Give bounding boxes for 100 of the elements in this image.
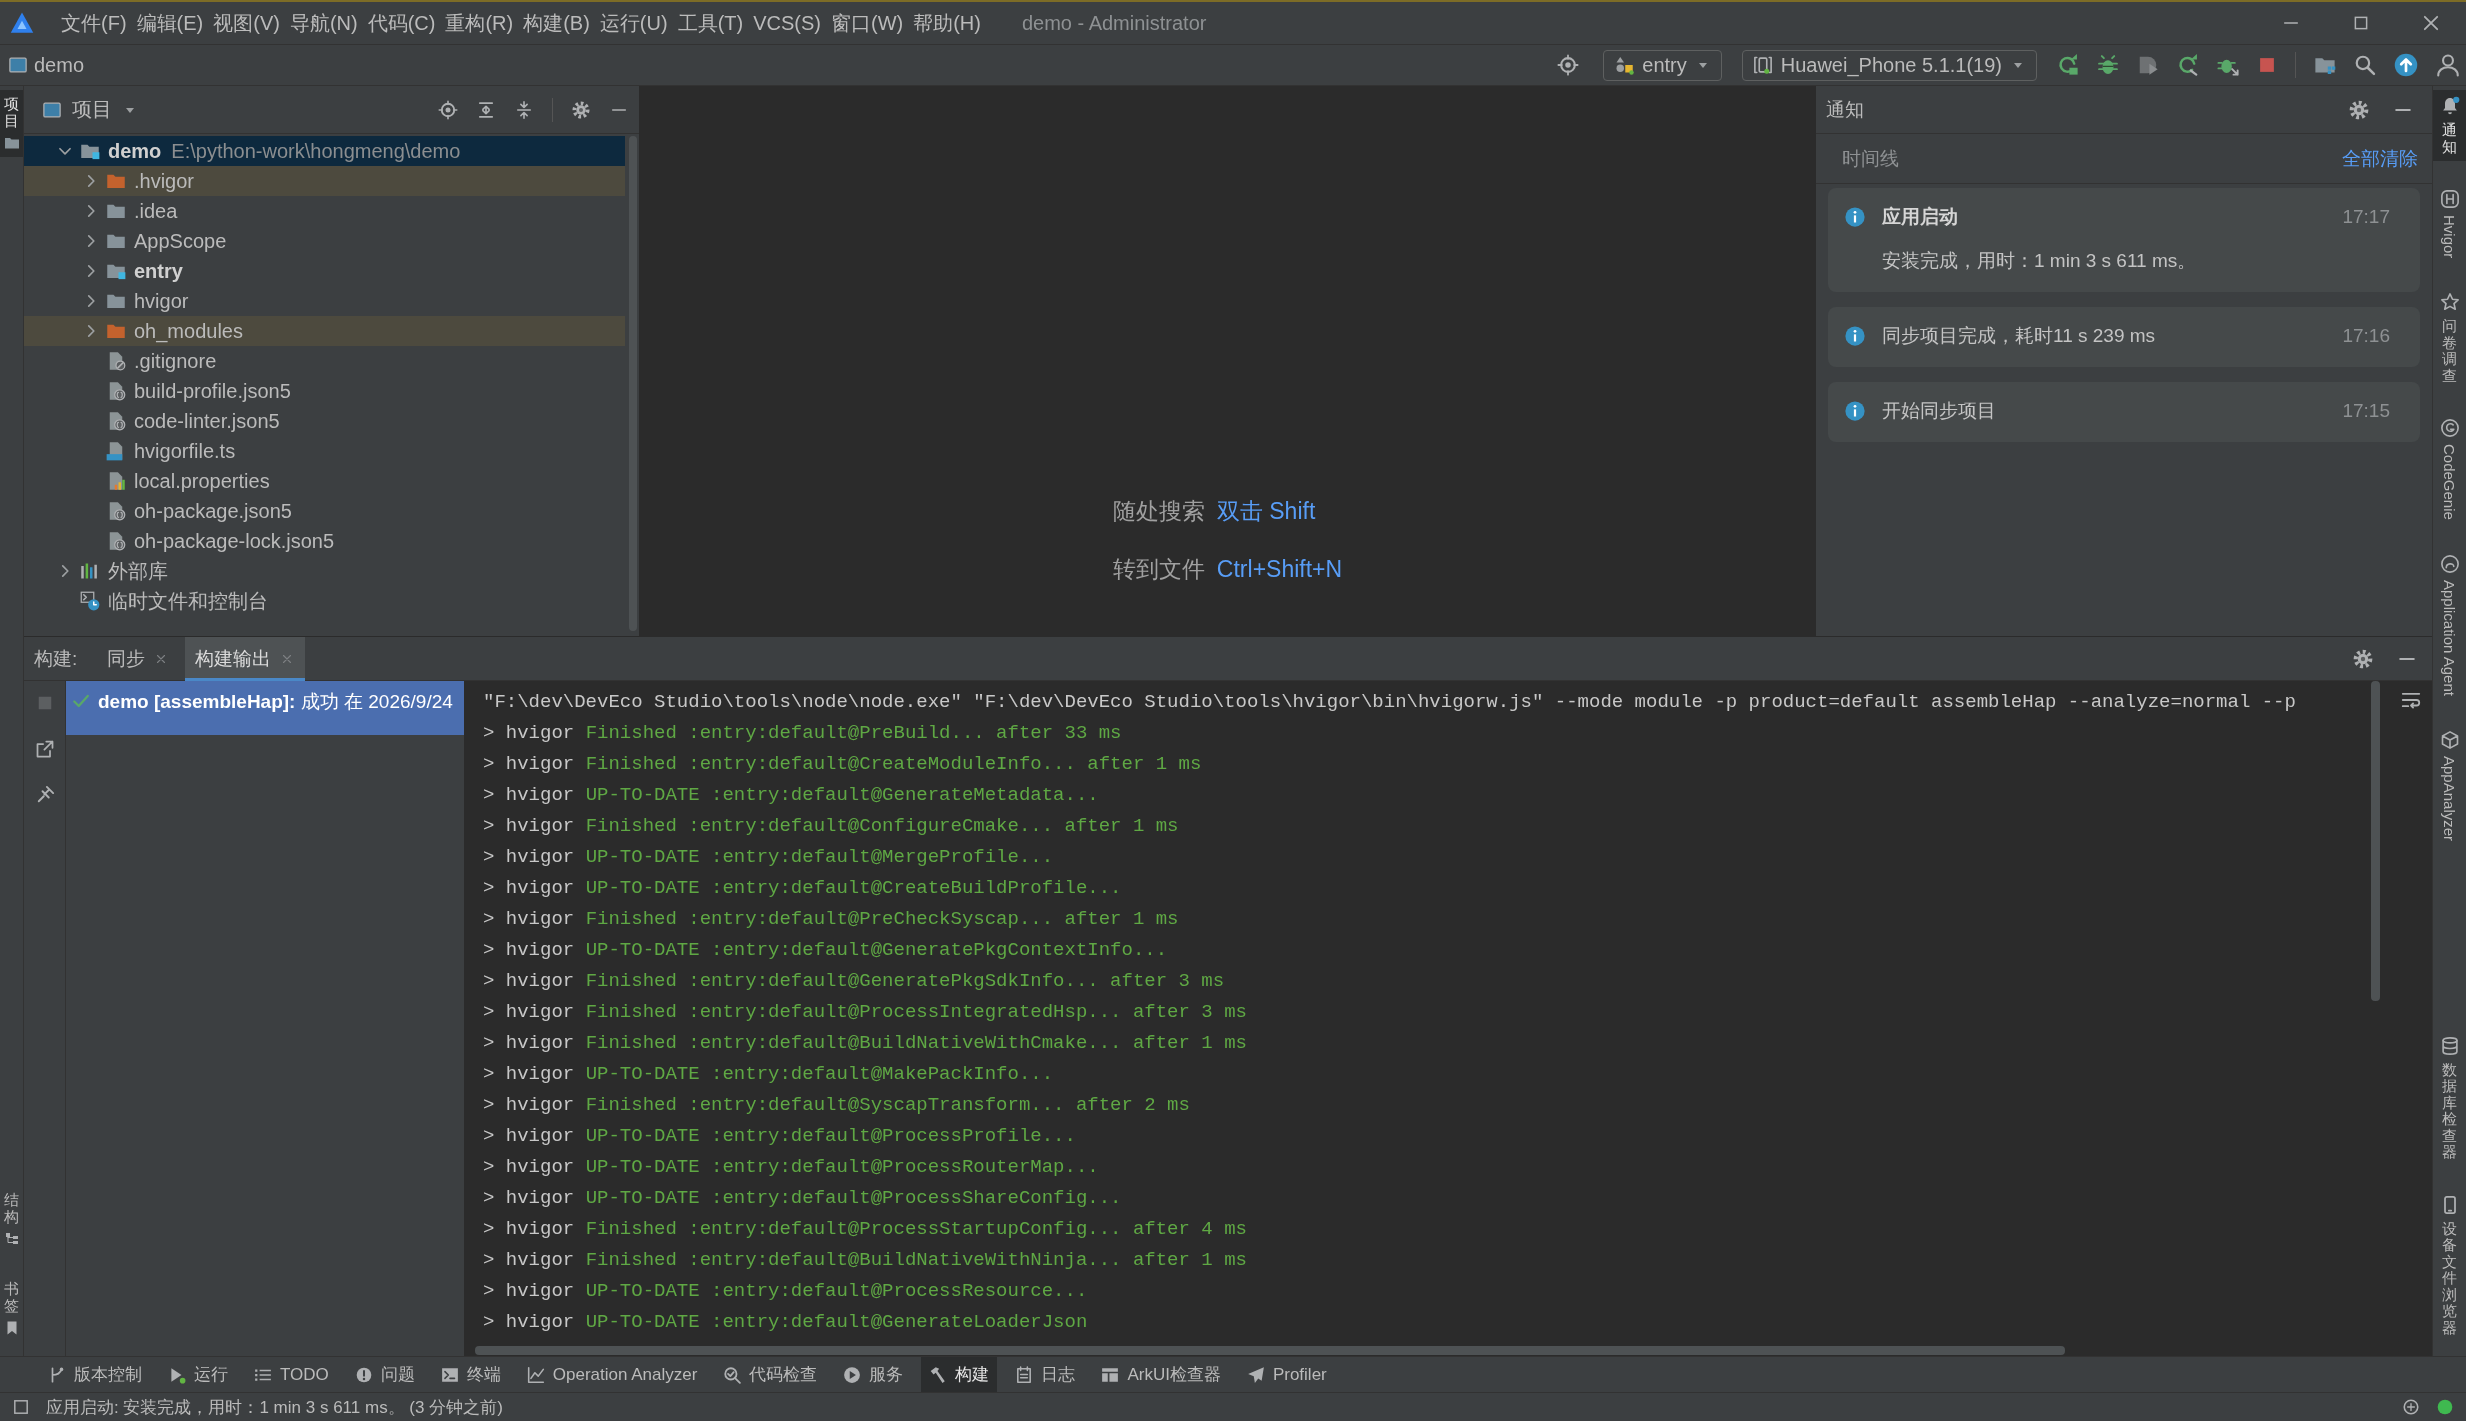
tool-window-button[interactable]: Operation Analyzer <box>518 1357 706 1392</box>
scrollbar[interactable] <box>2371 681 2380 1001</box>
panel-title[interactable]: 项目 <box>72 96 112 123</box>
tree-item[interactable]: AppScope <box>24 226 625 256</box>
target-icon[interactable] <box>438 99 458 120</box>
tool-window-button[interactable]: 设备文件浏览器 <box>2433 1188 2466 1342</box>
plus-circle-icon[interactable] <box>2402 1398 2420 1416</box>
tool-window-button[interactable]: 版本控制 <box>40 1357 150 1392</box>
menu-item[interactable]: 编辑(E) <box>131 9 209 37</box>
tree-item[interactable]: local.properties <box>24 466 625 496</box>
console-line: > hvigor UP-TO-DATE :entry:default@GeneratePkgContextInfo... <box>483 938 1169 963</box>
tool-window-button[interactable]: 结构 <box>0 1186 23 1253</box>
bug-icon[interactable] <box>2097 54 2119 76</box>
menu-item[interactable]: 运行(U) <box>594 9 673 37</box>
menu-item[interactable]: 窗口(W) <box>825 9 909 37</box>
tool-window-button[interactable]: Hvigor <box>2433 183 2466 265</box>
settings-icon[interactable] <box>571 99 591 120</box>
tool-window-button[interactable]: CodeGenie <box>2433 412 2466 527</box>
tool-window-button[interactable]: 运行 <box>160 1357 236 1392</box>
status-message[interactable]: 应用启动: 安装完成，用时：1 min 3 s 611 ms。 (3 分钟之前) <box>46 1395 503 1419</box>
menu-item[interactable]: 工具(T) <box>672 9 749 37</box>
tool-window-button[interactable]: 构建 <box>921 1357 998 1392</box>
shapes-icon <box>1614 55 1635 75</box>
logo-icon <box>10 11 34 35</box>
tool-window-button[interactable]: TODO <box>246 1357 337 1392</box>
tool-window-button[interactable]: 服务 <box>835 1357 912 1392</box>
collapse-all-icon[interactable] <box>514 99 534 120</box>
tree-item[interactable]: 临时文件和控制台 <box>24 586 625 616</box>
tool-window-button[interactable]: 书签 <box>0 1275 23 1342</box>
console-line: > hvigor Finished :entry:default@BuildNativeWithNinja... after 1 ms <box>483 1248 1248 1273</box>
stop-icon[interactable] <box>2257 55 2277 75</box>
clear-all-link[interactable]: 全部清除 <box>2342 145 2418 172</box>
tool-window-button[interactable]: 数据库检查器 <box>2433 1029 2466 1167</box>
user-icon[interactable] <box>2436 53 2460 77</box>
tree-item[interactable]: .gitignore <box>24 346 625 376</box>
notification-title: 应用启动 <box>1882 205 1959 229</box>
tree-item[interactable]: .idea <box>24 196 625 226</box>
tree-item[interactable]: entry <box>24 256 625 286</box>
play-icon <box>843 1365 862 1384</box>
hint-text: 随处搜索 <box>1112 496 1205 526</box>
notification-card[interactable]: 同步项目完成，耗时11 s 239 ms 17:16 <box>1828 307 2420 367</box>
square-icon[interactable] <box>12 1398 30 1416</box>
build-tree-item[interactable]: demo [assembleHap]: 成功 在 2026/9/24 <box>66 681 464 735</box>
notification-time: 17:16 <box>2342 325 2390 347</box>
export-icon[interactable] <box>34 739 55 759</box>
alert-icon <box>354 1365 373 1384</box>
menu-item[interactable]: 文件(F) <box>56 9 132 37</box>
tree-item[interactable]: build-profile.json5 <box>24 376 625 406</box>
tool-window-button[interactable]: 问卷调查 <box>2433 286 2466 391</box>
tool-window-button[interactable]: ArkUI检查器 <box>1093 1357 1229 1392</box>
tool-window-button[interactable]: Profiler <box>1238 1357 1335 1392</box>
tool-window-button[interactable]: 日志 <box>1007 1357 1084 1392</box>
console-line: > hvigor Finished :entry:default@ConfigureCmake... after 1 ms <box>483 814 1180 839</box>
tree-item[interactable]: oh-package.json5 <box>24 496 625 526</box>
settings-icon[interactable] <box>2352 647 2374 670</box>
expand-all-icon[interactable] <box>476 99 496 120</box>
shortcut-text: Ctrl+Shift+N <box>1216 555 1343 583</box>
tree-item[interactable]: demo E:\python-work\hongmeng\demo <box>24 136 625 166</box>
tool-window-button[interactable]: 终端 <box>432 1357 509 1392</box>
tool-window-button[interactable]: 代码检查 <box>715 1357 826 1392</box>
tool-window-button[interactable]: 项目 <box>0 90 23 157</box>
menu-item[interactable]: 导航(N) <box>284 9 363 37</box>
refresh-icon[interactable] <box>2177 54 2199 76</box>
status-dot-icon[interactable] <box>2436 1398 2454 1416</box>
tree-item[interactable]: 外部库 <box>24 556 625 586</box>
tree-item[interactable]: oh-package-lock.json5 <box>24 526 625 556</box>
tool-window-button[interactable]: 通知 <box>2433 90 2466 161</box>
notification-time: 17:17 <box>2342 206 2390 228</box>
menu-item[interactable]: 构建(B) <box>518 9 595 37</box>
tool-window-button[interactable]: Application Agent <box>2433 548 2466 703</box>
menu-item[interactable]: 帮助(H) <box>908 9 986 37</box>
tool-window-button[interactable]: 问题 <box>346 1357 423 1392</box>
notification-card[interactable]: 应用启动 17:17 安装完成，用时：1 min 3 s 611 ms。 <box>1828 188 2420 292</box>
project-name[interactable]: demo <box>34 53 85 77</box>
notification-text: 开始同步项目 <box>1882 399 1997 423</box>
console-line: > hvigor UP-TO-DATE :entry:default@MergeProfile... <box>483 845 1055 870</box>
run-config-dropdown[interactable]: entry <box>1603 49 1722 81</box>
tool-window-button[interactable]: AppAnalyzer <box>2433 724 2466 848</box>
tree-item[interactable]: oh_modules <box>24 316 625 346</box>
menu-item[interactable]: VCS(S) <box>748 11 826 35</box>
settings-icon[interactable] <box>2348 98 2370 121</box>
tree-item[interactable]: .hvigor <box>24 166 625 196</box>
menu-item[interactable]: 代码(C) <box>362 9 441 37</box>
database-icon <box>2439 1035 2460 1056</box>
console-line: > hvigor UP-TO-DATE :entry:default@GenerateMetadata... <box>483 783 1100 808</box>
tree-item[interactable]: hvigor <box>24 286 625 316</box>
tab[interactable]: 同步 <box>97 637 180 681</box>
notification-card[interactable]: 开始同步项目 17:15 <box>1828 382 2420 442</box>
menu-item[interactable]: 重构(R) <box>440 9 519 37</box>
scrollbar[interactable] <box>475 1346 2065 1355</box>
shield-play-icon[interactable] <box>2137 54 2159 76</box>
tab[interactable]: 构建输出 <box>185 637 306 681</box>
rerun-icon[interactable] <box>2057 54 2079 76</box>
notification-time: 17:15 <box>2342 400 2390 422</box>
target-icon[interactable] <box>1557 54 1580 76</box>
menu-item[interactable]: 视图(V) <box>208 9 285 37</box>
tree-item[interactable]: code-linter.json5 <box>24 406 625 436</box>
tree-item[interactable]: hvigorfile.ts <box>24 436 625 466</box>
search-icon[interactable] <box>2354 54 2376 76</box>
device-dropdown[interactable]: Huawei_Phone 5.1.1(19) <box>1741 49 2037 81</box>
